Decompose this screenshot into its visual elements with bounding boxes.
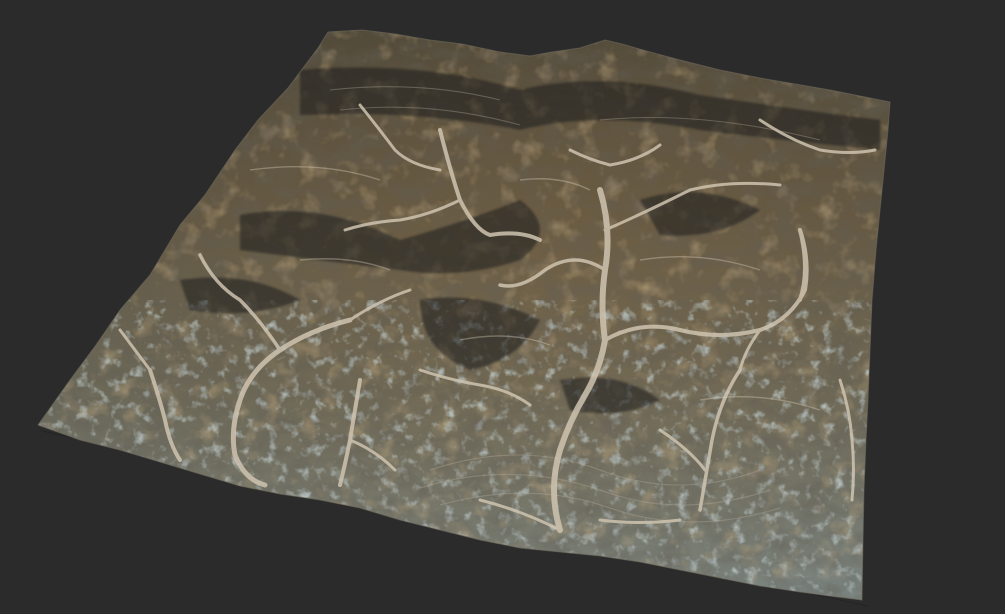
3d-viewport[interactable] [0, 0, 1005, 614]
terrain-surface [38, 30, 890, 600]
terrain-render[interactable] [0, 0, 1005, 614]
